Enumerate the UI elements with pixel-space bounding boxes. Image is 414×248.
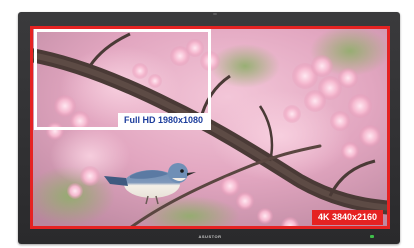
monitor-screen: Full HD 1980x1080 4K 3840x2160 [30, 26, 390, 229]
power-led-icon [370, 235, 374, 238]
4k-label: 4K 3840x2160 [312, 210, 384, 225]
brand-logo: ASUSTOR [198, 234, 222, 239]
page: Full HD 1980x1080 4K 3840x2160 ASUSTOR [0, 0, 414, 248]
full-hd-label: Full HD 1980x1080 [118, 113, 210, 127]
bird-on-branch-photo [30, 26, 390, 229]
camera-sensor-icon [213, 13, 217, 15]
monitor: Full HD 1980x1080 4K 3840x2160 ASUSTOR [18, 12, 400, 244]
